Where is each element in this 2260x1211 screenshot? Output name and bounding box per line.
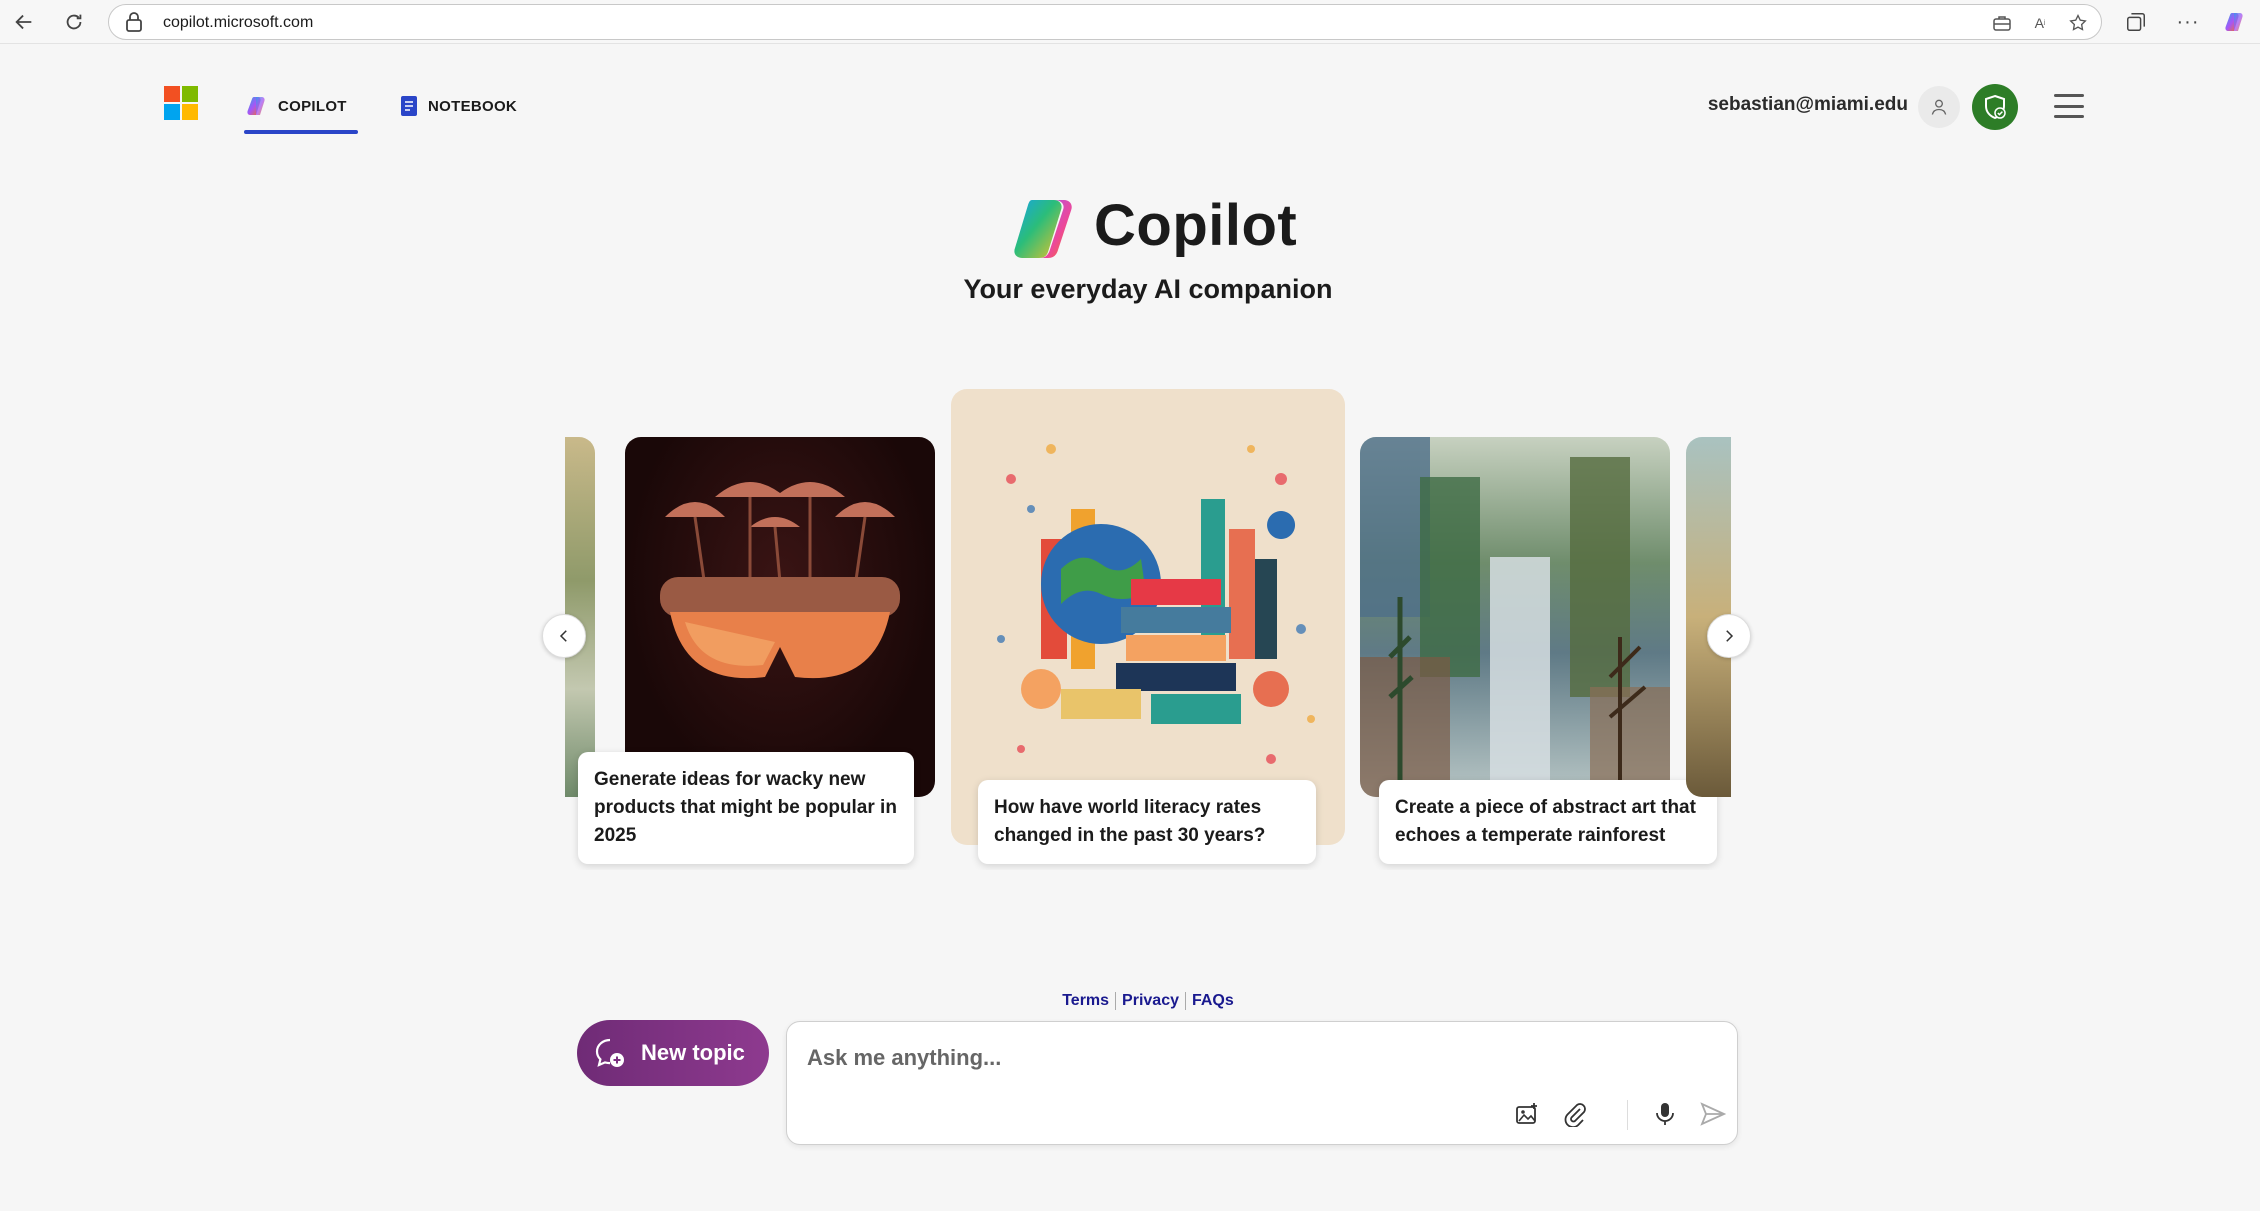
carousel-next-button[interactable] [1707,614,1751,658]
tab-label: COPILOT [278,98,347,115]
suggestion-carousel: Generate ideas for wacky new products th… [565,380,1731,870]
faqs-link[interactable]: FAQs [1186,992,1240,1010]
notebook-icon [400,94,418,122]
account-button[interactable] [1918,86,1960,128]
carousel-prev-button[interactable] [542,614,586,658]
page-subtitle: Your everyday AI companion [963,274,1333,304]
lock-icon [125,12,143,37]
more-options-icon[interactable]: ··· [2176,10,2200,34]
card-image-literacy-rates[interactable] [951,389,1345,845]
shield-check-icon [1985,94,2006,120]
rainforest-illustration [1360,437,1670,797]
browser-toolbar: copilot.microsoft.com Aʲ ··· [0,0,2260,44]
tab-copilot[interactable]: COPILOT [244,94,358,134]
terms-link[interactable]: Terms [1056,992,1115,1010]
hamburger-menu-button[interactable] [2054,92,2086,120]
menu-line [2054,115,2084,118]
toolbar-divider [1627,1100,1628,1130]
back-button[interactable] [10,8,38,36]
briefcase-icon[interactable] [1991,12,2013,34]
card-caption[interactable]: How have world literacy rates changed in… [978,780,1316,864]
new-topic-label: New topic [641,1040,745,1065]
card-image-abstract-rainforest[interactable] [1360,437,1670,797]
new-topic-button[interactable]: New topic [577,1020,769,1086]
microphone-icon[interactable] [1649,1098,1681,1130]
url-text: copilot.microsoft.com [163,14,314,31]
chevron-right-icon [1726,630,1734,642]
footer-links: Terms Privacy FAQs [0,992,2260,1010]
back-arrow-icon [15,14,32,30]
address-bar[interactable]: copilot.microsoft.com Aʲ [108,4,2102,40]
refresh-icon [66,14,82,30]
menu-line [2054,104,2084,108]
ask-input[interactable] [807,1040,1707,1076]
collections-icon[interactable] [2124,10,2148,34]
favorite-star-icon[interactable] [2067,12,2089,34]
copilot-icon [244,94,268,122]
copilot-sidebar-icon[interactable] [2222,10,2246,34]
refresh-button[interactable] [60,8,88,36]
person-icon [1931,99,1947,115]
microsoft-logo[interactable] [164,86,198,120]
card-image-wacky-products[interactable] [625,437,935,797]
books-globe-illustration [997,444,1315,764]
new-chat-icon [595,1038,624,1067]
attachment-icon[interactable] [1559,1098,1591,1130]
protection-shield-button[interactable] [1972,84,2018,130]
send-icon[interactable] [1697,1098,1729,1130]
chat-composer [786,1021,1738,1145]
goggles-illustration [660,482,900,679]
chevron-left-icon [559,630,567,642]
tab-notebook[interactable]: NOTEBOOK [400,94,517,134]
image-upload-icon[interactable] [1511,1098,1543,1130]
read-aloud-icon[interactable]: Aʲ [2029,12,2051,34]
card-caption[interactable]: Create a piece of abstract art that echo… [1379,780,1717,864]
privacy-link[interactable]: Privacy [1116,992,1185,1010]
menu-line [2054,94,2084,97]
copilot-logo-icon [1014,200,1072,258]
user-email[interactable]: sebastian@miami.edu [1708,94,1908,116]
card-caption[interactable]: Generate ideas for wacky new products th… [578,752,914,864]
tab-label: NOTEBOOK [428,98,518,115]
page-title: Copilot [1094,193,1298,258]
